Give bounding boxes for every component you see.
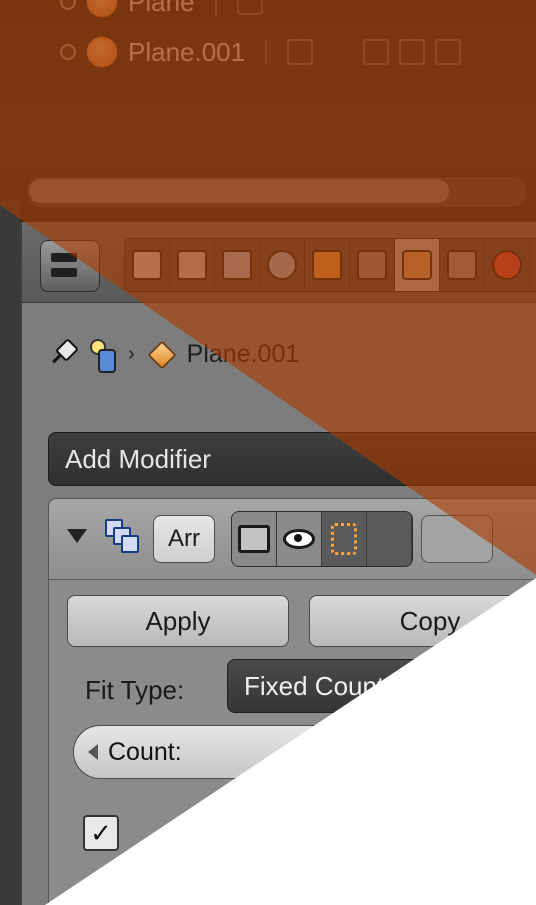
- modifier-name-field[interactable]: Arr: [153, 515, 215, 563]
- apply-button[interactable]: Apply: [67, 595, 289, 647]
- render-restrict-icon[interactable]: [435, 39, 462, 65]
- tab-render[interactable]: [125, 239, 170, 291]
- array-modifier-icon: [105, 519, 139, 553]
- count-field[interactable]: Count:: [73, 725, 536, 779]
- restrict-icon[interactable]: [236, 0, 263, 15]
- editmode-icon: [331, 523, 357, 555]
- eye-icon: [283, 529, 315, 549]
- pin-icon[interactable]: [48, 341, 74, 367]
- tab-constraints[interactable]: [350, 239, 395, 291]
- breadcrumb: › Plane.001: [48, 332, 299, 376]
- visibility-icon[interactable]: [363, 39, 390, 65]
- outliner-row-label: Plane: [128, 0, 195, 17]
- render-toggle[interactable]: [232, 512, 277, 566]
- breadcrumb-chevron-icon: ›: [128, 342, 135, 365]
- decrement-arrow-icon[interactable]: [88, 744, 98, 760]
- scene-icon: [86, 337, 116, 373]
- breadcrumb-object-name: Plane.001: [186, 339, 300, 368]
- mesh-data-icon: [447, 250, 477, 280]
- outliner-row-label: Plane.001: [128, 36, 246, 67]
- material-icon: [492, 250, 522, 280]
- copy-button[interactable]: Copy: [309, 595, 536, 647]
- cage-icon: [376, 523, 402, 555]
- array-modifier-panel: Arr Apply Copy Fit Type: Fixed Count Cou…: [48, 498, 536, 905]
- add-modifier-dropdown[interactable]: Add Modifier: [48, 432, 536, 486]
- tab-data[interactable]: [440, 239, 485, 291]
- scene-icon: [222, 250, 252, 280]
- camera-icon: [238, 525, 270, 553]
- modifier-wrench-icon[interactable]: [287, 39, 314, 65]
- separator: [214, 0, 217, 15]
- modifier-display-toggles: [231, 511, 413, 567]
- modifier-header: Arr: [49, 499, 536, 580]
- outliner-row-plane[interactable]: Plane: [60, 0, 263, 22]
- move-up-down-buttons[interactable]: [421, 515, 493, 563]
- properties-editor: › Plane.001 Add Modifier Arr Apply Copy: [20, 222, 536, 905]
- outliner-panel: Plane Plane.001: [0, 0, 536, 240]
- tab-layers[interactable]: [170, 239, 215, 291]
- context-tabs: [124, 238, 536, 292]
- select-restrict-icon[interactable]: [399, 39, 426, 65]
- separator: [265, 39, 268, 65]
- editmode-toggle[interactable]: [322, 512, 367, 566]
- object-icon: [312, 250, 342, 280]
- tab-material[interactable]: [485, 239, 530, 291]
- tab-texture[interactable]: [530, 239, 536, 291]
- count-label: Count:: [108, 737, 182, 766]
- tab-modifiers[interactable]: [395, 239, 440, 291]
- mesh-object-icon: [86, 36, 118, 68]
- expand-dot-icon[interactable]: [60, 0, 76, 10]
- fit-type-label: Fit Type:: [85, 675, 185, 705]
- constraint-icon: [357, 250, 387, 280]
- outliner-row-plane-001[interactable]: Plane.001: [60, 32, 462, 72]
- tab-scene[interactable]: [215, 239, 260, 291]
- outliner-scrollbar[interactable]: [26, 176, 528, 208]
- cube-icon: [147, 340, 175, 368]
- properties-header: [22, 222, 536, 303]
- viewport-edge: [0, 200, 20, 905]
- collapse-triangle-icon[interactable]: [67, 529, 87, 543]
- mesh-object-icon: [86, 0, 118, 18]
- scrollbar-thumb[interactable]: [29, 179, 449, 203]
- tab-world[interactable]: [260, 239, 305, 291]
- layers-icon: [177, 250, 207, 280]
- editor-type-button[interactable]: [40, 240, 100, 292]
- screenshot-stage: Plane Plane.001 › Plane.001 Add Modifier…: [0, 0, 536, 905]
- fit-type-dropdown[interactable]: Fixed Count: [227, 659, 536, 713]
- option-checkbox[interactable]: ✓: [83, 815, 119, 851]
- tab-object[interactable]: [305, 239, 350, 291]
- render-icon: [132, 250, 162, 280]
- world-icon: [267, 250, 297, 280]
- cage-toggle[interactable]: [367, 512, 412, 566]
- wrench-icon: [402, 250, 432, 280]
- expand-dot-icon[interactable]: [60, 44, 76, 60]
- viewport-toggle[interactable]: [277, 512, 322, 566]
